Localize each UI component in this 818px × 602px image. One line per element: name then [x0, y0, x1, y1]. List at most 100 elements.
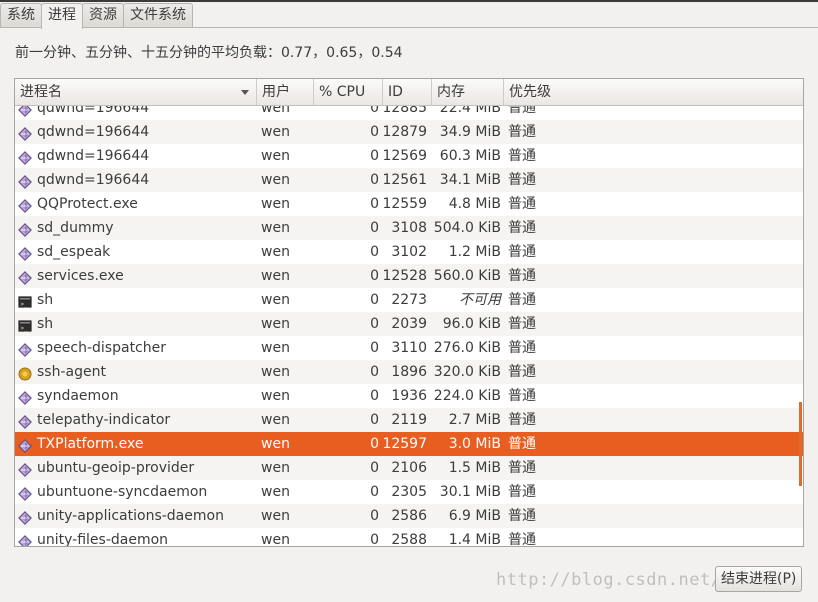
process-cpu: 0 — [370, 364, 379, 380]
table-row[interactable]: qdwnd=196644 wen 0 12879 34.9 MiB 普通 — [15, 120, 803, 144]
table-row[interactable]: sd_dummy wen 0 3108 504.0 KiB 普通 — [15, 216, 803, 240]
process-name: services.exe — [37, 268, 124, 284]
process-name: speech-dispatcher — [37, 340, 166, 356]
table-row[interactable]: qdwnd=196644 wen 0 12569 60.3 MiB 普通 — [15, 144, 803, 168]
process-name: qdwnd=196644 — [37, 124, 150, 140]
diamond-process-icon — [18, 413, 32, 429]
process-user: wen — [261, 244, 290, 260]
process-name: qdwnd=196644 — [37, 106, 150, 116]
process-priority: 普通 — [508, 508, 536, 524]
process-priority: 普通 — [508, 412, 536, 428]
column-header-label: 进程名 — [20, 84, 62, 100]
process-memory: 60.3 MiB — [439, 148, 501, 164]
diamond-process-icon — [18, 221, 32, 237]
table-row[interactable]: ubuntuone-syncdaemon wen 0 2305 30.1 MiB 普通 — [15, 480, 803, 504]
column-header-user[interactable]: 用户 — [257, 79, 314, 105]
process-id: 2039 — [391, 316, 427, 332]
table-row[interactable]: telepathy-indicator wen 0 2119 2.7 MiB 普通 — [15, 408, 803, 432]
table-row[interactable]: QQProtect.exe wen 0 12559 4.8 MiB 普通 — [15, 192, 803, 216]
process-name: TXPlatform.exe — [37, 436, 144, 452]
process-priority: 普通 — [508, 316, 536, 332]
process-priority: 普通 — [508, 244, 536, 260]
diamond-process-icon — [18, 125, 32, 141]
process-user: wen — [261, 364, 290, 380]
table-row[interactable]: >_ sh wen 0 2273 不可用 普通 — [15, 288, 803, 312]
process-cpu: 0 — [370, 484, 379, 500]
process-priority: 普通 — [508, 124, 536, 140]
scrollbar-indicator[interactable] — [799, 402, 802, 486]
process-cpu: 0 — [370, 220, 379, 236]
table-row[interactable]: unity-files-daemon wen 0 2588 1.4 MiB 普通 — [15, 528, 803, 546]
tab-bar: 系统 进程 资源 文件系统 — [0, 3, 193, 29]
process-name: sh — [37, 316, 54, 332]
process-memory: 22.4 MiB — [439, 106, 501, 116]
process-cpu: 0 — [370, 460, 379, 476]
terminal-icon: >_ — [18, 293, 32, 308]
diamond-process-icon — [18, 269, 32, 285]
process-name: qdwnd=196644 — [37, 172, 150, 188]
column-header-cpu[interactable]: % CPU — [314, 79, 383, 105]
table-row[interactable]: speech-dispatcher wen 0 3110 276.0 KiB 普通 — [15, 336, 803, 360]
window-top-border — [0, 0, 818, 2]
diamond-process-icon — [18, 389, 32, 405]
table-row[interactable]: ssh-agent wen 0 1896 320.0 KiB 普通 — [15, 360, 803, 384]
table-row-selected[interactable]: TXPlatform.exe wen 0 12597 3.0 MiB 普通 — [15, 432, 803, 456]
tab-processes[interactable]: 进程 — [41, 3, 83, 29]
table-row[interactable]: sd_espeak wen 0 3102 1.2 MiB 普通 — [15, 240, 803, 264]
process-list[interactable]: 进程名 用户 % CPU ID 内存 优先级 qdwnd=196644 wen 0 1… — [14, 78, 804, 547]
process-cpu: 0 — [370, 316, 379, 332]
process-priority: 普通 — [508, 172, 536, 188]
process-cpu: 0 — [370, 340, 379, 356]
process-cpu: 0 — [370, 148, 379, 164]
process-cpu: 0 — [370, 388, 379, 404]
table-row[interactable]: services.exe wen 0 12528 560.0 KiB 普通 — [15, 264, 803, 288]
process-memory: 6.9 MiB — [448, 508, 501, 524]
diamond-process-icon — [18, 461, 32, 477]
process-id: 12569 — [382, 148, 427, 164]
process-id: 1936 — [391, 388, 427, 404]
process-priority: 普通 — [508, 532, 536, 546]
table-row[interactable]: >_ sh wen 0 2039 96.0 KiB 普通 — [15, 312, 803, 336]
process-name: syndaemon — [37, 388, 119, 404]
column-header-priority[interactable]: 优先级 — [504, 79, 803, 105]
table-row[interactable]: unity-applications-daemon wen 0 2586 6.9 MiB… — [15, 504, 803, 528]
process-name: QQProtect.exe — [37, 196, 138, 212]
diamond-process-icon — [18, 437, 32, 453]
process-user: wen — [261, 268, 290, 284]
end-process-button[interactable]: 结束进程(P) — [715, 566, 803, 592]
table-row[interactable]: ubuntu-geoip-provider wen 0 2106 1.5 MiB 普通 — [15, 456, 803, 480]
table-row[interactable]: syndaemon wen 0 1936 224.0 KiB 普通 — [15, 384, 803, 408]
process-rows: qdwnd=196644 wen 0 12885 22.4 MiB 普通 qdwnd=196… — [15, 106, 803, 546]
tab-filesystems[interactable]: 文件系统 — [123, 3, 193, 27]
table-row[interactable]: qdwnd=196644 wen 0 12885 22.4 MiB 普通 — [15, 106, 803, 120]
tab-system[interactable]: 系统 — [0, 3, 42, 27]
process-id: 3110 — [391, 340, 427, 356]
process-id: 12879 — [382, 124, 427, 140]
column-header-process-name[interactable]: 进程名 — [15, 79, 257, 105]
tab-resources[interactable]: 资源 — [82, 3, 124, 27]
process-priority: 普通 — [508, 196, 536, 212]
process-id: 2106 — [391, 460, 427, 476]
process-user: wen — [261, 532, 290, 546]
load-average-label: 前一分钟、五分钟、十五分钟的平均负载：0.77，0.65，0.54 — [15, 45, 403, 61]
process-memory: 1.5 MiB — [448, 460, 501, 476]
process-id: 3102 — [391, 244, 427, 260]
sort-descending-icon — [241, 90, 249, 95]
process-id: 12559 — [382, 196, 427, 212]
process-priority: 普通 — [508, 388, 536, 404]
column-header-memory[interactable]: 内存 — [432, 79, 504, 105]
process-memory: 1.2 MiB — [448, 244, 501, 260]
tab-divider — [0, 27, 818, 28]
process-id: 2588 — [391, 532, 427, 546]
process-user: wen — [261, 106, 290, 116]
process-id: 2305 — [391, 484, 427, 500]
process-priority: 普通 — [508, 340, 536, 356]
column-header-id[interactable]: ID — [383, 79, 432, 105]
process-id: 2586 — [391, 508, 427, 524]
terminal-icon: >_ — [18, 317, 32, 332]
table-row[interactable]: qdwnd=196644 wen 0 12561 34.1 MiB 普通 — [15, 168, 803, 192]
process-user: wen — [261, 124, 290, 140]
process-name: unity-applications-daemon — [37, 508, 224, 524]
process-name: unity-files-daemon — [37, 532, 169, 546]
process-user: wen — [261, 340, 290, 356]
